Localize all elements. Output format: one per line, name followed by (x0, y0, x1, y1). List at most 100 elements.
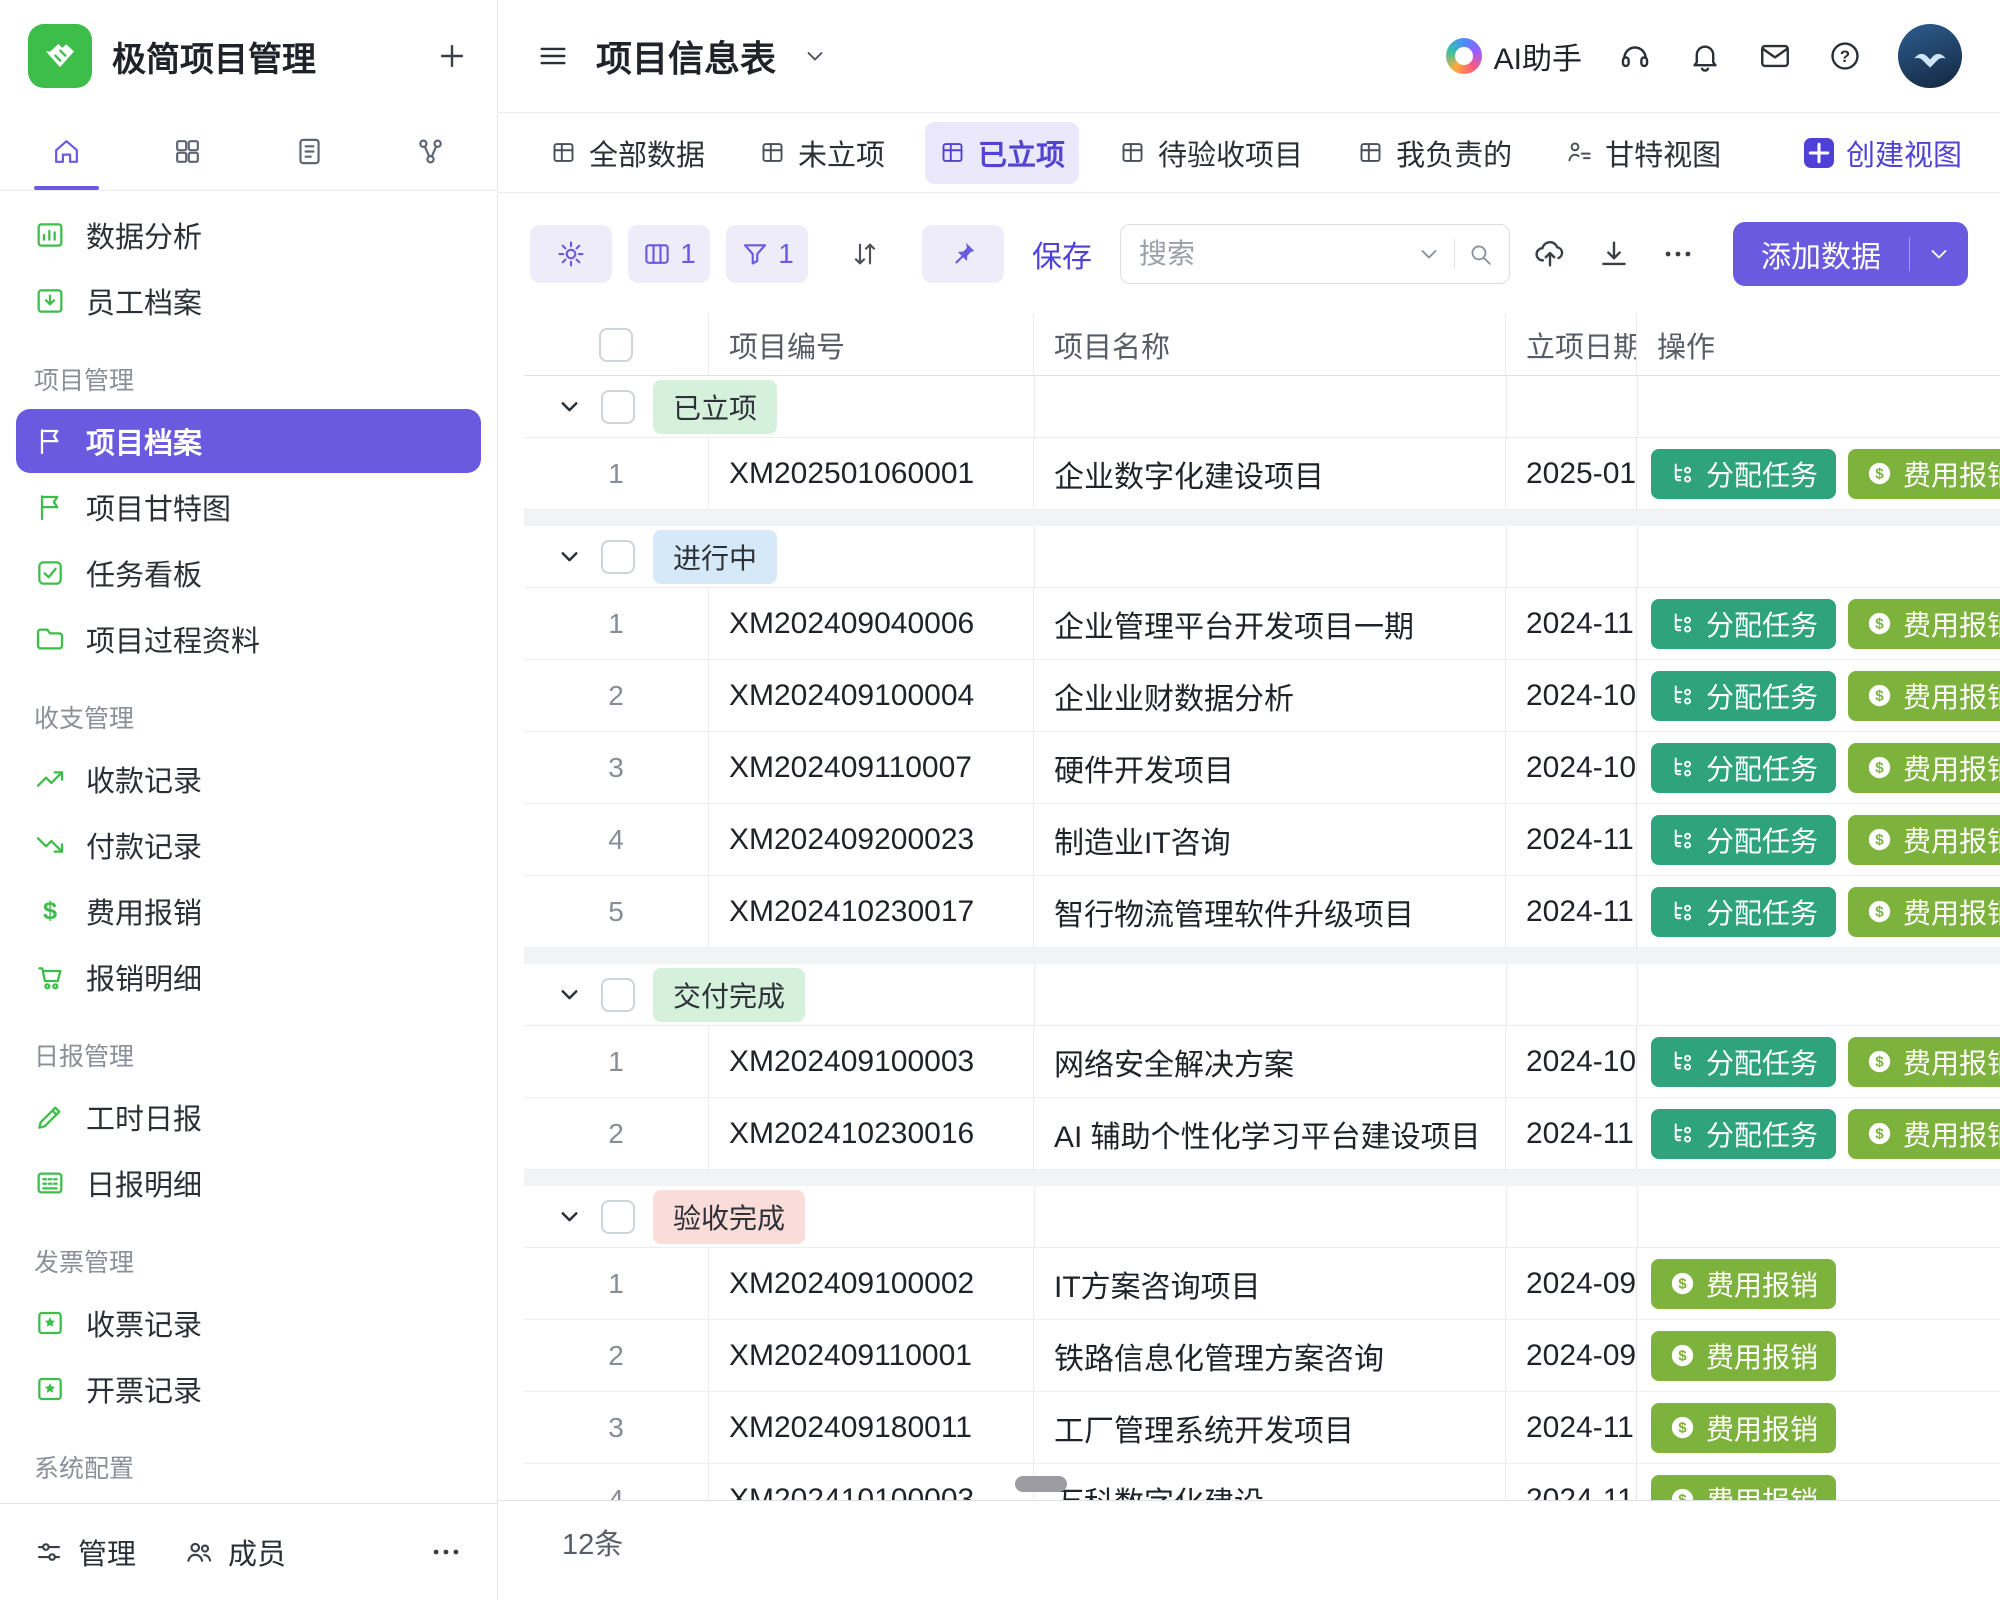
add-data-caret[interactable] (1910, 241, 1968, 267)
sidebar-item-project-process-docs[interactable]: 项目过程资料 (16, 607, 481, 671)
group-checkbox[interactable] (601, 978, 635, 1012)
assign-task-button[interactable]: 分配任务 (1651, 887, 1836, 937)
group-checkbox[interactable] (601, 390, 635, 424)
assign-task-button[interactable]: 分配任务 (1651, 449, 1836, 499)
expense-claim-button[interactable]: $费用报销 (1848, 671, 2000, 721)
manage-button[interactable]: 管理 (34, 1531, 136, 1573)
pin-button[interactable] (922, 225, 1004, 283)
assign-task-button[interactable]: 分配任务 (1651, 743, 1836, 793)
table-row[interactable]: 4XM202409200023制造业IT咨询2024-11分配任务$费用报销 (524, 804, 2000, 876)
import-upload-icon[interactable] (1533, 237, 1567, 271)
group-checkbox[interactable] (601, 1200, 635, 1234)
sidebar-item-work-hours-daily[interactable]: 工时日报 (16, 1085, 481, 1149)
ai-assistant-label: AI助手 (1494, 34, 1582, 78)
table-row[interactable]: 2XM202409110001铁路信息化管理方案咨询2024-09$费用报销 (524, 1320, 2000, 1392)
fields-config-button[interactable]: 1 (628, 225, 710, 283)
sidebar-item-receipt-records[interactable]: 收款记录 (16, 747, 481, 811)
table-row[interactable]: 5XM202410230017智行物流管理软件升级项目2024-11分配任务$费… (524, 876, 2000, 948)
flag-icon (34, 491, 66, 523)
user-avatar[interactable] (1898, 24, 1962, 88)
collapse-group-icon[interactable] (556, 393, 583, 420)
collapse-group-icon[interactable] (556, 543, 583, 570)
expense-claim-button[interactable]: $费用报销 (1651, 1331, 1836, 1381)
view-tab-initiated[interactable]: 已立项 (925, 122, 1079, 184)
notifications-bell-icon[interactable] (1688, 39, 1722, 73)
sidebar-item-task-board[interactable]: 任务看板 (16, 541, 481, 605)
sidebar-tab-home[interactable] (6, 112, 127, 190)
view-settings-button[interactable] (530, 225, 612, 283)
expense-claim-button[interactable]: $费用报销 (1848, 743, 2000, 793)
add-workspace-icon[interactable] (435, 39, 469, 73)
sidebar-item-invoice-issued[interactable]: 开票记录 (16, 1357, 481, 1421)
search-icon[interactable] (1467, 241, 1493, 267)
sidebar-tab-grid[interactable] (127, 112, 248, 190)
group-empty-cell (1034, 526, 1506, 587)
sort-button[interactable] (824, 225, 906, 283)
help-icon[interactable]: ? (1828, 39, 1862, 73)
expense-claim-button[interactable]: $费用报销 (1848, 815, 2000, 865)
save-button[interactable]: 保存 (1032, 232, 1092, 276)
ai-assistant-button[interactable]: AI助手 (1446, 34, 1582, 78)
create-view-button[interactable]: 创建视图 (1804, 132, 1962, 174)
trend-up-icon (34, 763, 66, 795)
view-tab-label: 未立项 (798, 132, 885, 174)
sidebar-item-payment-records[interactable]: 付款记录 (16, 813, 481, 877)
more-icon[interactable] (429, 1535, 463, 1569)
search-scope-chevron-icon[interactable] (1416, 241, 1442, 267)
expense-claim-button[interactable]: $费用报销 (1651, 1403, 1836, 1453)
sidebar-tab-docs[interactable] (249, 112, 370, 190)
collapse-group-icon[interactable] (556, 1203, 583, 1230)
hamburger-menu-icon[interactable] (536, 39, 570, 73)
assign-task-button[interactable]: 分配任务 (1651, 599, 1836, 649)
assign-task-button[interactable]: 分配任务 (1651, 1037, 1836, 1087)
sidebar-item-invoice-received[interactable]: 收票记录 (16, 1291, 481, 1355)
table-row[interactable]: 1XM202409100003网络安全解决方案2024-10分配任务$费用报销 (524, 1026, 2000, 1098)
table-row[interactable]: 2XM202409100004企业业财数据分析2024-10分配任务$费用报销 (524, 660, 2000, 732)
table-row[interactable]: 1XM202501060001企业数字化建设项目2025-01分配任务$费用报销 (524, 438, 2000, 510)
search-input[interactable] (1137, 237, 1404, 271)
view-tab-mine[interactable]: 我负责的 (1343, 122, 1526, 184)
start-date-cell: 2024-10 (1506, 1026, 1637, 1097)
table-row[interactable]: 3XM202409110007硬件开发项目2024-10分配任务$费用报销 (524, 732, 2000, 804)
expense-claim-button[interactable]: $费用报销 (1848, 449, 2000, 499)
sidebar-item-expense-claims[interactable]: $费用报销 (16, 879, 481, 943)
select-all-checkbox[interactable] (599, 328, 633, 362)
add-data-button[interactable]: 添加数据 (1733, 222, 1968, 286)
inbox-mail-icon[interactable] (1758, 39, 1792, 73)
toolbar-more-icon[interactable] (1661, 237, 1695, 271)
import-icon (34, 285, 66, 317)
sidebar-item-project-files[interactable]: 项目档案 (16, 409, 481, 473)
table-row[interactable]: 1XM202409100002IT方案咨询项目2024-09$费用报销 (524, 1248, 2000, 1320)
table-row[interactable]: 1XM202409040006企业管理平台开发项目一期2024-11分配任务$费… (524, 588, 2000, 660)
table-row[interactable]: 2XM202410230016AI 辅助个性化学习平台建设项目2024-11分配… (524, 1098, 2000, 1170)
collapse-group-icon[interactable] (556, 981, 583, 1008)
svg-text:$: $ (1875, 832, 1884, 849)
expense-claim-button[interactable]: $费用报销 (1848, 599, 2000, 649)
view-tab-all-data[interactable]: 全部数据 (536, 122, 719, 184)
sidebar-tab-flows[interactable] (370, 112, 491, 190)
sidebar-item-project-gantt[interactable]: 项目甘特图 (16, 475, 481, 539)
members-button[interactable]: 成员 (184, 1531, 286, 1573)
sidebar-item-expense-details[interactable]: 报销明细 (16, 945, 481, 1009)
table-row[interactable]: 3XM202409180011工厂管理系统开发项目2024-11$费用报销 (524, 1392, 2000, 1464)
assign-task-button[interactable]: 分配任务 (1651, 1109, 1836, 1159)
expense-claim-button[interactable]: $费用报销 (1848, 1037, 2000, 1087)
sidebar-item-daily-details[interactable]: 日报明细 (16, 1151, 481, 1215)
sidebar-item-employee-files[interactable]: 员工档案 (16, 269, 481, 333)
expense-claim-button[interactable]: $费用报销 (1848, 887, 2000, 937)
view-tab-not-initiated[interactable]: 未立项 (745, 122, 899, 184)
support-headset-icon[interactable] (1618, 39, 1652, 73)
sidebar-item-data-analysis[interactable]: 数据分析 (16, 203, 481, 267)
expense-claim-button[interactable]: $费用报销 (1651, 1259, 1836, 1309)
horizontal-scrollbar-thumb[interactable] (1015, 1476, 1067, 1492)
download-icon[interactable] (1597, 237, 1631, 271)
title-chevron-down-icon[interactable] (802, 43, 828, 69)
view-tab-pending-acceptance[interactable]: 待验收项目 (1105, 122, 1317, 184)
view-tab-gantt-view[interactable]: 甘特视图 (1552, 122, 1735, 184)
filter-button[interactable]: 1 (726, 225, 808, 283)
group-checkbox[interactable] (601, 540, 635, 574)
expense-claim-button[interactable]: $费用报销 (1848, 1109, 2000, 1159)
assign-task-button[interactable]: 分配任务 (1651, 815, 1836, 865)
svg-text:$: $ (1875, 760, 1884, 777)
assign-task-button[interactable]: 分配任务 (1651, 671, 1836, 721)
